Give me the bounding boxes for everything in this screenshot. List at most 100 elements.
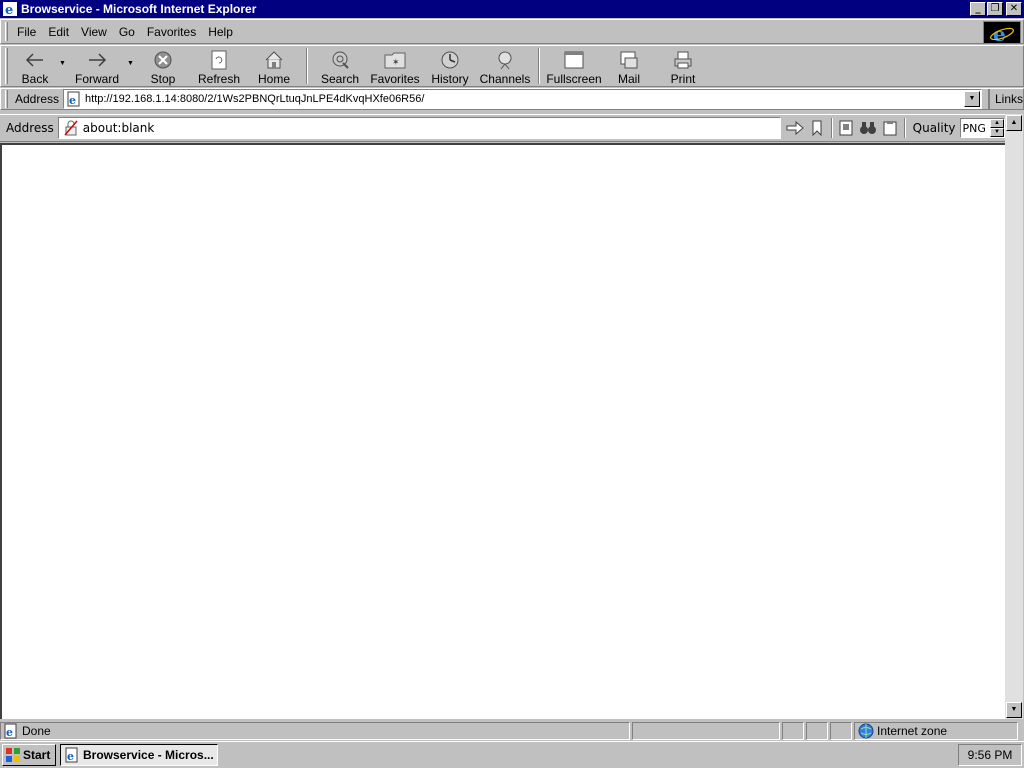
quality-value[interactable]: PNG [961, 122, 990, 135]
insecure-lock-icon [63, 120, 79, 136]
search-button[interactable]: Search [313, 46, 367, 86]
menu-view[interactable]: View [75, 25, 113, 39]
minimize-button[interactable]: _ [970, 2, 986, 16]
address-bar: Address e http://192.168.1.14:8080/2/1Ws… [0, 88, 1024, 110]
address-url[interactable]: http://192.168.1.14:8080/2/1Ws2PBNQrLtuq… [85, 93, 964, 105]
history-button[interactable]: History [423, 46, 477, 86]
toolbar-grip[interactable] [5, 48, 8, 84]
spin-down-icon[interactable]: ▼ [989, 128, 1004, 137]
quality-spinner[interactable]: ▲ ▼ [989, 119, 1004, 137]
bookmark-icon[interactable] [806, 117, 828, 139]
menu-file[interactable]: File [11, 25, 42, 39]
clipboard-icon[interactable] [879, 117, 901, 139]
status-pane-small [806, 722, 828, 740]
links-button[interactable]: Links [987, 89, 1023, 109]
history-icon [438, 49, 462, 70]
home-icon [262, 49, 286, 70]
standard-toolbar: Back ▼ Forward ▼ Stop Refresh Home Searc… [0, 45, 1024, 87]
quality-selector[interactable]: PNG ▲ ▼ [959, 118, 1005, 138]
address-input[interactable]: e http://192.168.1.14:8080/2/1Ws2PBNQrLt… [63, 89, 982, 109]
search-globe-icon [328, 49, 352, 70]
browservice-address-input[interactable]: about:blank [57, 117, 782, 139]
back-arrow-icon [23, 49, 47, 70]
stop-button[interactable]: Stop [135, 46, 191, 86]
address-dropdown-icon[interactable]: ▼ [963, 91, 980, 107]
vertical-scrollbar[interactable]: ▲ ▼ [1005, 114, 1023, 719]
go-arrow-icon[interactable] [784, 117, 806, 139]
browservice-toolbar: Address about:blank Quality PNG ▲ ▼ [0, 114, 1005, 142]
system-tray: 9:56 PM [958, 744, 1022, 766]
inner-separator [830, 118, 833, 138]
forward-dropdown-icon[interactable]: ▼ [127, 60, 135, 67]
status-pane: e Done [0, 722, 630, 740]
fullscreen-label: Fullscreen [546, 72, 602, 86]
menu-bar: File Edit View Go Favorites Help e [0, 19, 1024, 46]
start-label: Start [23, 748, 51, 762]
status-text: Done [22, 724, 51, 738]
close-button[interactable]: ✕ [1006, 2, 1022, 16]
channels-icon [493, 49, 517, 70]
menu-help[interactable]: Help [202, 25, 239, 39]
refresh-button[interactable]: Refresh [191, 46, 247, 86]
refresh-icon [207, 49, 231, 70]
ie-app-icon[interactable]: e [2, 1, 18, 18]
menubar-grip[interactable] [5, 22, 8, 41]
status-bar: e Done Internet zone [0, 721, 1024, 741]
back-label: Back [21, 72, 49, 86]
addressbar-grip[interactable] [5, 90, 8, 108]
favorites-button[interactable]: ✶ Favorites [367, 46, 423, 86]
page-icon: e [66, 91, 82, 107]
forward-button[interactable]: Forward [67, 46, 127, 86]
print-button[interactable]: Print [655, 46, 711, 86]
inner-separator [903, 118, 906, 138]
mail-button[interactable]: Mail [603, 46, 655, 86]
svg-text:e: e [67, 750, 74, 763]
status-pane-small [782, 722, 804, 740]
scroll-up-icon[interactable]: ▲ [1006, 115, 1022, 131]
taskbar-item-browservice[interactable]: e Browservice - Micros... [60, 744, 218, 766]
spin-up-icon[interactable]: ▲ [989, 119, 1004, 128]
progress-pane [632, 722, 780, 740]
taskbar: Start e Browservice - Micros... 9:56 PM [0, 741, 1024, 768]
page-done-icon: e [3, 723, 19, 739]
start-button[interactable]: Start [2, 744, 56, 766]
task-label: Browservice - Micros... [83, 748, 214, 762]
ie-task-icon: e [64, 747, 80, 763]
browservice-address-label: Address [6, 121, 54, 135]
menu-favorites[interactable]: Favorites [141, 25, 202, 39]
scroll-down-icon[interactable]: ▼ [1006, 702, 1022, 718]
browservice-url[interactable]: about:blank [83, 121, 155, 135]
address-label: Address [15, 92, 60, 106]
fullscreen-icon [562, 49, 586, 70]
toolbar-separator [306, 48, 308, 84]
svg-text:e: e [69, 94, 76, 107]
print-icon [671, 49, 695, 70]
menu-edit[interactable]: Edit [42, 25, 75, 39]
channels-button[interactable]: Channels [477, 46, 533, 86]
stop-label: Stop [150, 72, 176, 86]
search-label: Search [320, 72, 360, 86]
channels-label: Channels [479, 72, 531, 86]
title-bar[interactable]: e Browservice - Microsoft Internet Explo… [0, 0, 1024, 18]
home-button[interactable]: Home [247, 46, 301, 86]
forward-label: Forward [74, 72, 119, 86]
internet-zone-globe-icon [858, 723, 874, 739]
status-pane-small [830, 722, 852, 740]
favorites-label: Favorites [370, 72, 420, 86]
page-content[interactable] [0, 143, 1005, 719]
toolbar-separator [538, 48, 540, 84]
menu-go[interactable]: Go [113, 25, 141, 39]
svg-text:e: e [5, 3, 13, 17]
back-button[interactable]: Back [11, 46, 59, 86]
zone-pane: Internet zone [854, 722, 1018, 740]
clock[interactable]: 9:56 PM [968, 748, 1013, 762]
back-dropdown-icon[interactable]: ▼ [59, 60, 67, 67]
fullscreen-button[interactable]: Fullscreen [545, 46, 603, 86]
window-title: Browservice - Microsoft Internet Explore… [21, 2, 257, 16]
restore-button[interactable]: ❐ [987, 2, 1003, 16]
print-label: Print [670, 72, 696, 86]
page-find-icon[interactable] [836, 117, 858, 139]
find-binoculars-icon[interactable] [857, 117, 879, 139]
mail-label: Mail [617, 72, 640, 86]
forward-arrow-icon [85, 49, 109, 70]
